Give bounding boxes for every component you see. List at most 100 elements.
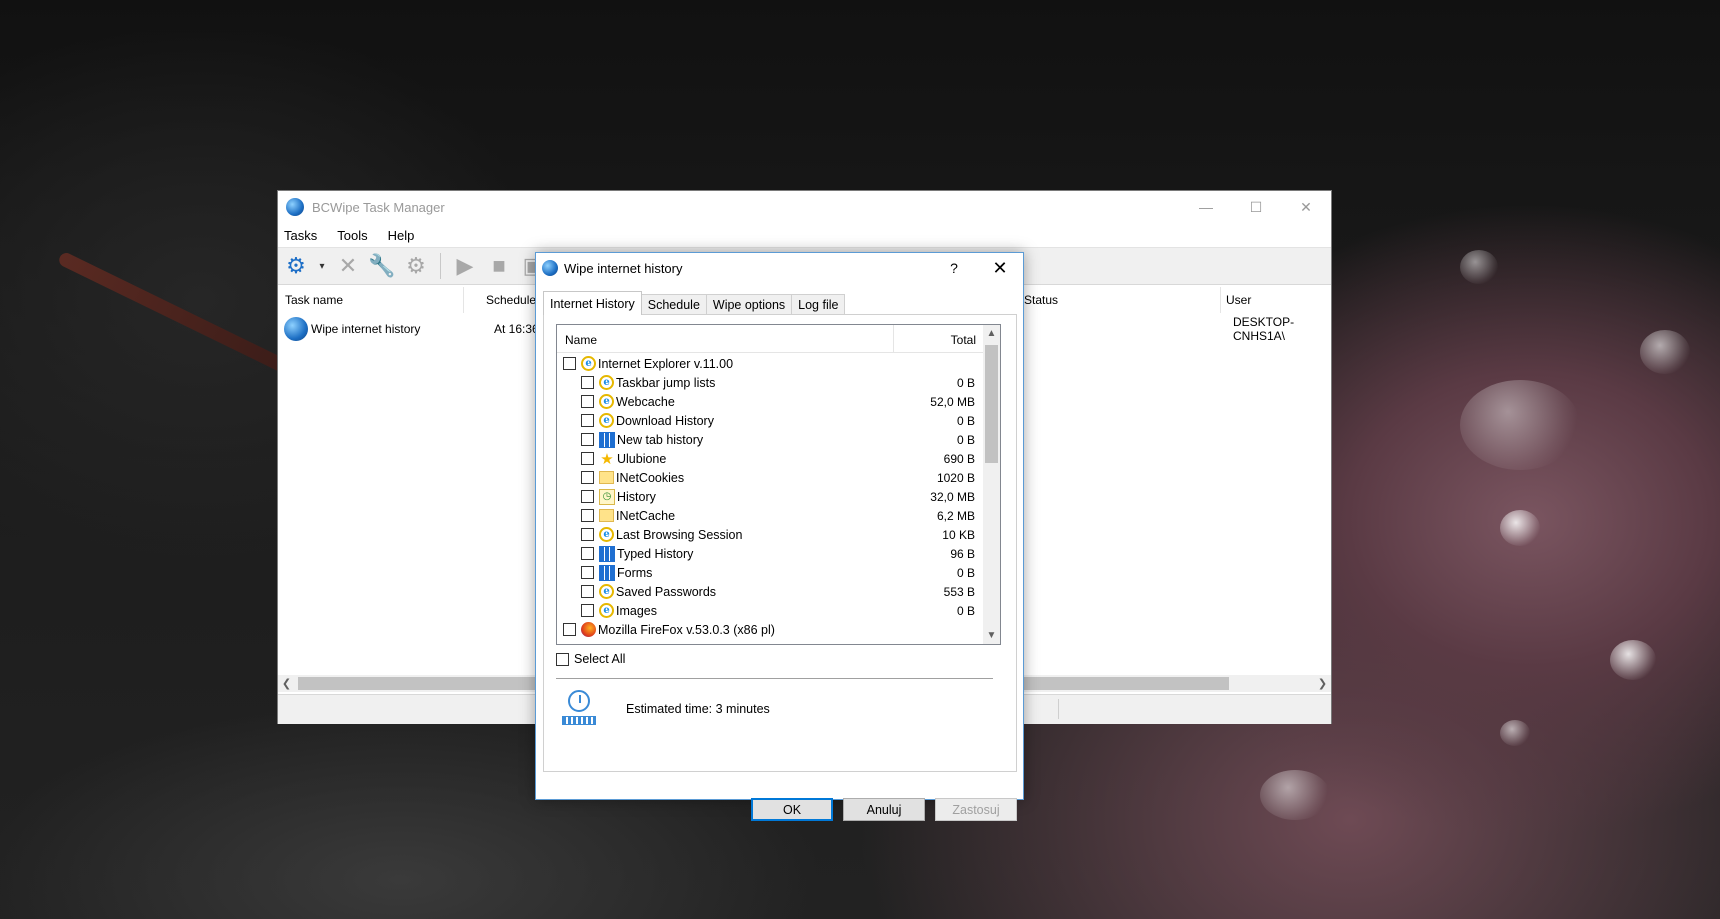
wipe-history-dialog: Wipe internet history ? ✕ Internet Histo… (535, 252, 1024, 821)
tree-item[interactable]: Typed History 96 B (581, 544, 983, 563)
tree-item-checkbox[interactable] (581, 433, 594, 446)
tree-item[interactable]: e Saved Passwords 553 B (581, 582, 983, 601)
tree-item[interactable]: ◷ History 32,0 MB (581, 487, 983, 506)
tree-item-checkbox[interactable] (581, 376, 594, 389)
scroll-down-icon[interactable]: ▼ (983, 627, 1000, 644)
tab-wipe-options[interactable]: Wipe options (705, 294, 793, 315)
tree-item-checkbox[interactable] (581, 452, 594, 465)
tree-item-label: Webcache (616, 394, 675, 409)
close-button[interactable]: ✕ (1281, 191, 1331, 223)
tree-item-label: Download History (616, 413, 714, 428)
tree-item[interactable]: e Internet Explorer v.11.00 (563, 354, 983, 373)
tree-item[interactable]: e Webcache 52,0 MB (581, 392, 983, 411)
tree-item-checkbox[interactable] (563, 623, 576, 636)
tree-item-label: Images (616, 603, 657, 618)
panel-divider (556, 678, 993, 679)
tree-item-label: Taskbar jump lists (616, 375, 716, 390)
tree-item-checkbox[interactable] (581, 414, 594, 427)
tree-item[interactable]: New tab history 0 B (581, 430, 983, 449)
tree-item-checkbox[interactable] (581, 395, 594, 408)
new-task-gear-icon[interactable]: ⚙ (282, 252, 310, 280)
tree-item[interactable]: e Download History 0 B (581, 411, 983, 430)
menu-tools[interactable]: Tools (337, 228, 367, 243)
ie-icon: e (599, 394, 614, 409)
column-status[interactable]: Status (1024, 293, 1058, 307)
run-task-play-icon[interactable]: ▶ (451, 252, 479, 280)
tree-column-name[interactable]: Name (557, 325, 894, 352)
tree-item-checkbox[interactable] (581, 528, 594, 541)
tree-item-checkbox[interactable] (581, 509, 594, 522)
maximize-button[interactable]: ☐ (1231, 191, 1281, 223)
tree-item[interactable]: INetCache 6,2 MB (581, 506, 983, 525)
star-icon: ★ (600, 450, 614, 468)
task-row-user: DESKTOP-CNHS1A\ (1233, 315, 1295, 343)
tree-item-checkbox[interactable] (581, 585, 594, 598)
menu-help[interactable]: Help (388, 228, 415, 243)
ie-icon: e (599, 413, 614, 428)
tree-item-label: Internet Explorer v.11.00 (598, 356, 734, 371)
tree-scrollbar-thumb[interactable] (985, 345, 998, 463)
tree-item[interactable]: Forms 0 B (581, 563, 983, 582)
internet-history-panel: Name Total e Internet Explorer v.11.00 e Ta… (543, 314, 1017, 772)
statusbar-divider (1058, 699, 1059, 719)
tree-item-size: 6,2 MB (936, 508, 975, 523)
wallpaper-drop (1460, 250, 1498, 284)
tree-item[interactable]: ★ Ulubione 690 B (581, 449, 983, 468)
folder-icon (599, 509, 614, 522)
tree-item-checkbox[interactable] (563, 357, 576, 370)
tree-item[interactable]: INetCookies 1020 B (581, 468, 983, 487)
tree-item-label: INetCache (616, 508, 676, 523)
ie-icon: e (599, 584, 614, 599)
tree-item-size: 0 B (956, 565, 975, 580)
tree-column-total[interactable]: Total (894, 325, 984, 352)
scroll-left-icon[interactable]: ❮ (278, 675, 295, 692)
bcwipe-app-icon (286, 198, 304, 216)
tree-item-label: History (617, 489, 656, 504)
delete-task-icon[interactable]: ✕ (334, 252, 362, 280)
tree-item[interactable]: e Taskbar jump lists 0 B (581, 373, 983, 392)
scroll-right-icon[interactable]: ❯ (1314, 675, 1331, 692)
tree-item-checkbox[interactable] (581, 490, 594, 503)
tree-item-label: Mozilla FireFox v.53.0.3 (x86 pl) (598, 622, 775, 637)
tree-item[interactable]: e Last Browsing Session 10 KB (581, 525, 983, 544)
select-all-box[interactable] (556, 652, 569, 666)
tab-internet-history[interactable]: Internet History (543, 291, 642, 315)
tree-item-checkbox[interactable] (581, 471, 594, 484)
tree-item-size: 0 B (956, 432, 975, 447)
tree-item-size: 1020 B (936, 470, 975, 485)
menu-tasks[interactable]: Tasks (284, 228, 317, 243)
task-properties-gear-icon[interactable]: ⚙ (402, 252, 430, 280)
tree-item-size: 0 B (956, 413, 975, 428)
main-titlebar[interactable]: BCWipe Task Manager — ☐ ✕ (278, 191, 1331, 223)
ie-icon: e (581, 356, 596, 371)
wallpaper-drop (1500, 510, 1540, 546)
column-user[interactable]: User (1226, 293, 1251, 307)
column-divider (1220, 287, 1221, 313)
select-all-checkbox[interactable]: Select All (556, 652, 625, 666)
tree-vertical-scrollbar[interactable]: ▲ ▼ (983, 325, 1000, 644)
tab-schedule[interactable]: Schedule (640, 294, 707, 315)
minimize-button[interactable]: — (1181, 191, 1231, 223)
apply-button[interactable]: Zastosuj (935, 798, 1017, 821)
tree-item[interactable]: Mozilla FireFox v.53.0.3 (x86 pl) (563, 620, 983, 639)
scroll-up-icon[interactable]: ▲ (983, 325, 1000, 342)
dialog-titlebar[interactable]: Wipe internet history ? ✕ (536, 253, 1023, 283)
tree-item-size: 10 KB (942, 527, 975, 542)
cancel-button[interactable]: Anuluj (843, 798, 925, 821)
tree-item-checkbox[interactable] (581, 604, 594, 617)
stop-task-icon[interactable]: ■ (485, 252, 513, 280)
column-schedule[interactable]: Schedule (486, 293, 536, 307)
new-task-dropdown-icon[interactable]: ▾ (316, 252, 328, 280)
dialog-close-button[interactable]: ✕ (977, 258, 1023, 279)
tree-item-size: 0 B (956, 603, 975, 618)
edit-task-wrench-icon[interactable]: 🔧 (368, 252, 396, 280)
tree-item[interactable]: e Images 0 B (581, 601, 983, 620)
column-task-name[interactable]: Task name (285, 293, 343, 307)
tree-item-checkbox[interactable] (581, 566, 594, 579)
tab-log-file[interactable]: Log file (791, 294, 846, 315)
tree-item-label: INetCookies (616, 470, 685, 485)
task-row-schedule: At 16:36 (494, 322, 539, 336)
help-button[interactable]: ? (931, 260, 977, 276)
ok-button[interactable]: OK (751, 798, 833, 821)
tree-item-checkbox[interactable] (581, 547, 594, 560)
